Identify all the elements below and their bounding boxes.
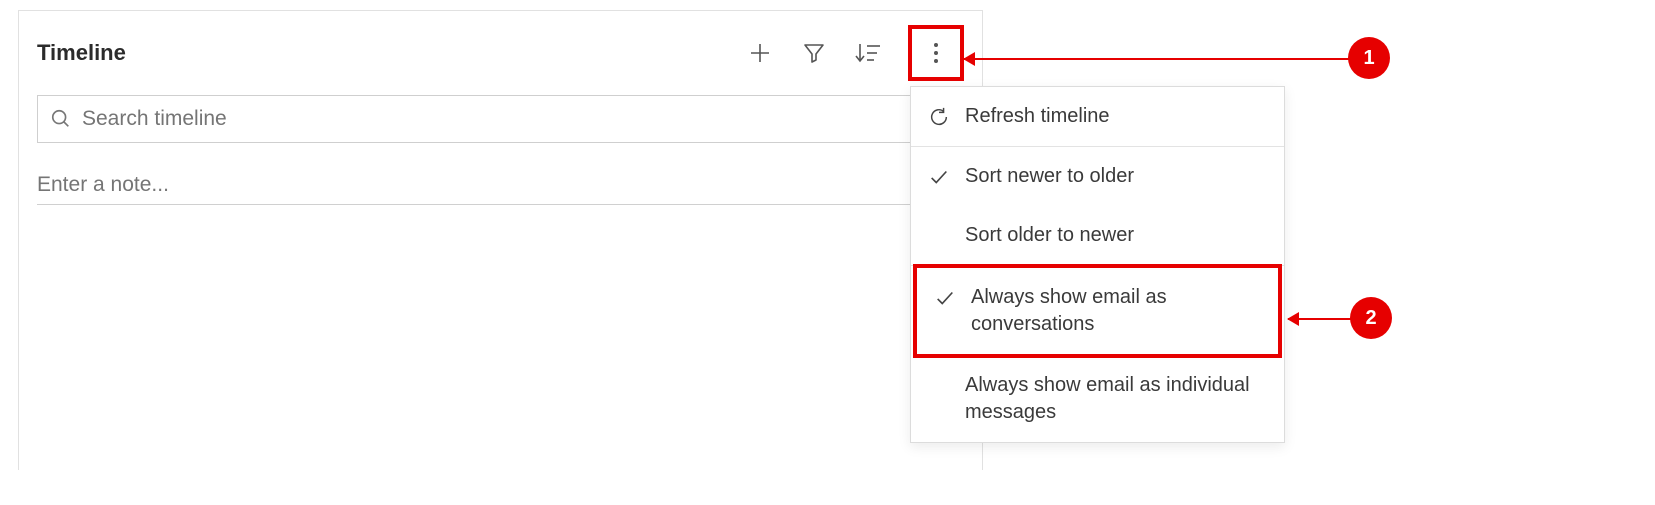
menu-label: Refresh timeline — [965, 103, 1110, 130]
menu-label: Sort newer to older — [965, 163, 1134, 190]
refresh-icon — [927, 105, 951, 129]
menu-item-refresh[interactable]: Refresh timeline — [911, 87, 1284, 146]
menu-item-sort-newer[interactable]: Sort newer to older — [911, 147, 1284, 206]
menu-label: Always show email as individual messages — [965, 372, 1268, 426]
callout-badge-2: 2 — [1350, 297, 1392, 339]
filter-icon — [802, 41, 826, 65]
menu-label: Always show email as conversations — [971, 284, 1262, 338]
timeline-toolbar — [746, 25, 964, 81]
menu-item-email-individual[interactable]: Always show email as individual messages — [911, 356, 1284, 442]
plus-icon — [748, 41, 772, 65]
more-button[interactable] — [922, 39, 950, 67]
more-menu-dropdown: Refresh timeline Sort newer to older Sor… — [910, 86, 1285, 443]
search-input[interactable] — [82, 107, 951, 131]
check-icon — [927, 165, 951, 189]
timeline-panel: Timeline — [18, 10, 983, 470]
callout-arrow-2 — [1288, 318, 1352, 320]
empty-icon — [927, 224, 951, 248]
search-icon — [50, 108, 72, 130]
timeline-header: Timeline — [19, 11, 982, 89]
add-button[interactable] — [746, 39, 774, 67]
menu-item-sort-older[interactable]: Sort older to newer — [911, 206, 1284, 265]
callout-arrow-1 — [964, 58, 1350, 60]
sort-button[interactable] — [854, 39, 882, 67]
check-icon — [933, 286, 957, 310]
callout-badge-1: 1 — [1348, 37, 1390, 79]
more-vertical-icon — [933, 41, 939, 65]
filter-button[interactable] — [800, 39, 828, 67]
menu-item-conversations-highlight: Always show email as conversations — [913, 264, 1282, 358]
menu-item-email-conversations[interactable]: Always show email as conversations — [917, 268, 1278, 354]
sort-icon — [855, 41, 881, 65]
more-button-highlight — [908, 25, 964, 81]
menu-label: Sort older to newer — [965, 222, 1134, 249]
empty-icon — [927, 374, 951, 398]
note-input[interactable] — [37, 165, 964, 205]
timeline-title: Timeline — [37, 40, 126, 66]
search-field-wrapper[interactable] — [37, 95, 964, 143]
